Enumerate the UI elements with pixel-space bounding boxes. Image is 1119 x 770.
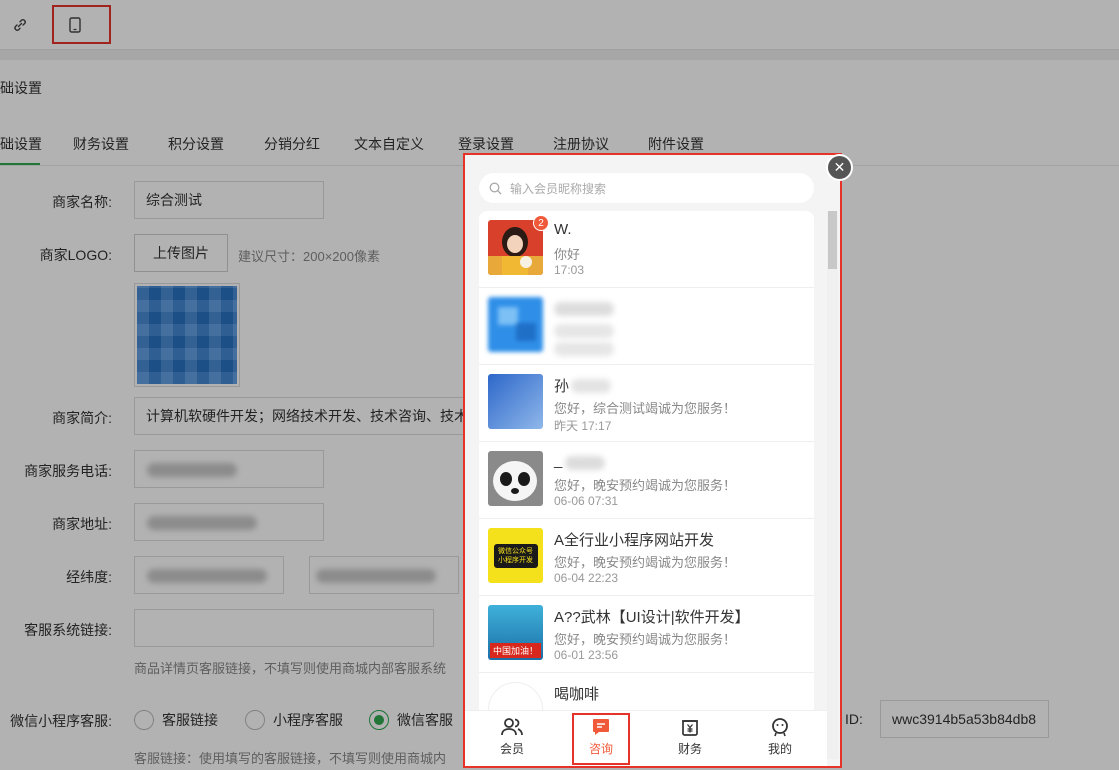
avatar bbox=[488, 374, 543, 429]
contact-name: 喝咖啡 bbox=[554, 686, 600, 703]
conversation-list: 2 W. 你好 17:03 孙 您好，综合测试竭诚为您服务！ 昨天 17:17 bbox=[479, 211, 814, 750]
unread-badge: 2 bbox=[533, 215, 549, 231]
avatar-caption: 中国加油！ bbox=[490, 643, 542, 658]
conversation-item[interactable]: 2 W. 你好 17:03 bbox=[479, 211, 814, 288]
avatar-text-line2: 小程序开发 bbox=[498, 556, 533, 564]
bottom-tabbar: 会员 咨询 财务 我的 bbox=[465, 710, 827, 767]
mobile-preview-popup: 输入会员昵称搜索 2 W. 你好 17:03 孙 您好，综合测试竭诚为您服务！ … bbox=[465, 155, 840, 767]
highlight-consult-tab bbox=[572, 713, 630, 765]
blurred-name-suffix bbox=[565, 456, 605, 470]
last-message: 您好，晚安预约竭诚为您服务！ bbox=[554, 478, 737, 493]
conversation-item[interactable] bbox=[479, 288, 814, 365]
blurred-message bbox=[554, 324, 614, 338]
last-message: 您好，晚安预约竭诚为您服务！ bbox=[554, 632, 737, 647]
message-time: 06-04 22:23 bbox=[554, 571, 619, 585]
message-time: 昨天 17:17 bbox=[554, 419, 612, 433]
member-search-input[interactable]: 输入会员昵称搜索 bbox=[479, 173, 814, 203]
blurred-name bbox=[554, 302, 614, 316]
contact-name: A??武林【UI设计|软件开发】 bbox=[554, 609, 750, 626]
last-message: 您好，综合测试竭诚为您服务！ bbox=[554, 401, 737, 416]
finance-icon bbox=[682, 720, 698, 736]
avatar: 微信公众号 小程序开发 bbox=[488, 528, 543, 583]
tabbar-item-mine[interactable]: 我的 bbox=[750, 717, 810, 757]
search-placeholder: 输入会员昵称搜索 bbox=[510, 181, 607, 196]
close-icon[interactable]: ✕ bbox=[826, 154, 853, 181]
conversation-item[interactable]: 中国加油！ A??武林【UI设计|软件开发】 您好，晚安预约竭诚为您服务！ 06… bbox=[479, 596, 814, 673]
tabbar-item-finance[interactable]: 财务 bbox=[660, 717, 720, 757]
blurred-time bbox=[554, 342, 614, 356]
avatar-text-card: 微信公众号 小程序开发 bbox=[493, 543, 538, 568]
contact-name: A全行业小程序网站开发 bbox=[554, 532, 715, 549]
scrollbar-thumb[interactable] bbox=[828, 211, 837, 269]
list-scrollbar[interactable] bbox=[827, 211, 838, 759]
tabbar-item-members[interactable]: 会员 bbox=[482, 717, 542, 757]
tabbar-label: 会员 bbox=[499, 742, 524, 756]
contact-name: W. bbox=[554, 221, 572, 238]
avatar: 中国加油！ bbox=[488, 605, 543, 660]
message-time: 17:03 bbox=[554, 263, 585, 277]
conversation-item[interactable]: _ 您好，晚安预约竭诚为您服务！ 06-06 07:31 bbox=[479, 442, 814, 519]
message-time: 06-06 07:31 bbox=[554, 494, 619, 508]
contact-name: _ bbox=[554, 452, 563, 469]
tabbar-label: 我的 bbox=[767, 742, 792, 756]
last-message: 你好 bbox=[554, 247, 581, 262]
contact-name: 孙 bbox=[554, 378, 570, 395]
avatar bbox=[488, 451, 543, 506]
avatar-text-line1: 微信公众号 bbox=[498, 547, 533, 555]
avatar bbox=[488, 297, 543, 352]
profile-icon bbox=[772, 718, 788, 737]
members-icon bbox=[501, 718, 523, 736]
tabbar-label: 财务 bbox=[677, 742, 702, 756]
last-message: 您好，晚安预约竭诚为您服务！ bbox=[554, 555, 737, 570]
conversation-item[interactable]: 微信公众号 小程序开发 A全行业小程序网站开发 您好，晚安预约竭诚为您服务！ 0… bbox=[479, 519, 814, 596]
conversation-item[interactable]: 孙 您好，综合测试竭诚为您服务！ 昨天 17:17 bbox=[479, 365, 814, 442]
blurred-name-suffix bbox=[571, 379, 611, 393]
search-icon bbox=[489, 182, 502, 194]
message-time: 06-01 23:56 bbox=[554, 648, 619, 662]
